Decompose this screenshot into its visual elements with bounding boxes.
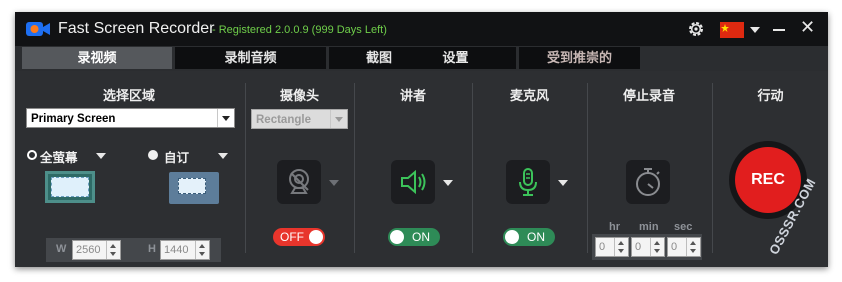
custom-label: 自订 bbox=[164, 151, 190, 165]
toggle-knob bbox=[505, 230, 519, 244]
stop-recording-section: 停止录音 hr min sec 0 0 0 bbox=[588, 71, 710, 267]
sec-input[interactable]: 0 bbox=[667, 237, 701, 257]
action-header: 行动 bbox=[757, 88, 784, 103]
chevron-down-icon bbox=[217, 109, 234, 127]
stopwatch-icon bbox=[636, 168, 660, 196]
microphone-toggle-label: ON bbox=[527, 230, 545, 244]
fullscreen-dropdown-icon[interactable] bbox=[96, 153, 106, 159]
fullscreen-radio[interactable] bbox=[27, 150, 37, 160]
webcam-shape-value: Rectangle bbox=[256, 114, 311, 126]
webcam-icon bbox=[289, 169, 309, 194]
action-section: 行动 REC bbox=[713, 71, 828, 267]
title-bar: Fast Screen Recorder - Registered 2.0.0.… bbox=[15, 12, 828, 46]
sec-label: sec bbox=[674, 221, 693, 233]
sec-value: 0 bbox=[671, 241, 678, 253]
speaker-dropdown-icon[interactable] bbox=[443, 180, 453, 186]
width-input[interactable]: 2560 bbox=[72, 240, 121, 260]
hr-value: 0 bbox=[599, 241, 606, 253]
tab-record-audio[interactable]: 录制音频 bbox=[175, 47, 326, 69]
stop-recording-header: 停止录音 bbox=[622, 88, 675, 103]
star-icon bbox=[721, 24, 729, 32]
min-value: 0 bbox=[635, 241, 642, 253]
webcam-button[interactable] bbox=[277, 160, 321, 204]
custom-dropdown-icon[interactable] bbox=[218, 153, 228, 159]
webcam-shape-select[interactable]: Rectangle bbox=[251, 109, 348, 129]
sec-spin-icon[interactable] bbox=[686, 238, 700, 256]
custom-area-icon[interactable] bbox=[169, 172, 219, 204]
toggle-knob bbox=[309, 230, 323, 244]
microphone-button[interactable] bbox=[506, 160, 550, 204]
microphone-header: 麦克风 bbox=[509, 88, 549, 103]
microphone-icon bbox=[519, 168, 537, 196]
toggle-knob bbox=[390, 230, 404, 244]
fullscreen-label: 全萤幕 bbox=[40, 151, 78, 165]
webcam-section: 摄像头 Rectangle OFF bbox=[246, 71, 353, 267]
speaker-toggle-label: ON bbox=[412, 230, 430, 244]
area-section: 选择区域 Primary Screen 全萤幕 自订 W 2560 H 1440 bbox=[15, 71, 243, 267]
language-flag-icon[interactable] bbox=[720, 22, 744, 38]
custom-radio[interactable] bbox=[148, 150, 158, 160]
hr-spin-icon[interactable] bbox=[614, 238, 628, 256]
width-spin-icon[interactable] bbox=[106, 241, 120, 259]
app-window: Fast Screen Recorder - Registered 2.0.0.… bbox=[15, 12, 828, 267]
tab-recommended[interactable]: 受到推崇的 bbox=[519, 47, 640, 69]
registration-status: - Registered 2.0.0.9 (999 Days Left) bbox=[212, 24, 387, 36]
microphone-section: 麦克风 ON bbox=[473, 71, 586, 267]
min-input[interactable]: 0 bbox=[631, 237, 665, 257]
timer-button[interactable] bbox=[626, 160, 670, 204]
height-value: 1440 bbox=[164, 244, 189, 256]
tab-settings[interactable]: 设置 bbox=[395, 47, 516, 69]
gear-icon[interactable] bbox=[687, 20, 705, 38]
screen-select[interactable]: Primary Screen bbox=[26, 108, 235, 128]
record-video-panel: 选择区域 Primary Screen 全萤幕 自订 W 2560 H 1440… bbox=[15, 71, 828, 267]
speaker-toggle[interactable]: ON bbox=[388, 228, 440, 246]
microphone-dropdown-icon[interactable] bbox=[558, 180, 568, 186]
app-title: Fast Screen Recorder bbox=[58, 20, 215, 37]
height-spin-icon[interactable] bbox=[195, 241, 209, 259]
webcam-dropdown-icon[interactable] bbox=[329, 180, 339, 186]
webcam-toggle-label: OFF bbox=[280, 230, 304, 244]
hr-label: hr bbox=[609, 221, 620, 233]
fullscreen-area-icon[interactable] bbox=[45, 171, 95, 203]
min-label: min bbox=[639, 221, 659, 233]
microphone-toggle[interactable]: ON bbox=[503, 228, 555, 246]
speaker-header: 讲者 bbox=[399, 88, 426, 103]
width-label: W bbox=[56, 243, 67, 255]
speaker-icon bbox=[401, 169, 426, 195]
min-spin-icon[interactable] bbox=[650, 238, 664, 256]
hr-input[interactable]: 0 bbox=[595, 237, 629, 257]
area-header: 选择区域 bbox=[102, 88, 155, 103]
height-input[interactable]: 1440 bbox=[160, 240, 210, 260]
webcam-toggle[interactable]: OFF bbox=[273, 228, 325, 246]
close-button[interactable]: ✕ bbox=[800, 19, 815, 37]
speaker-button[interactable] bbox=[391, 160, 435, 204]
language-dropdown-icon[interactable] bbox=[750, 27, 760, 33]
chevron-down-icon bbox=[330, 110, 347, 128]
speaker-section: 讲者 ON bbox=[355, 71, 471, 267]
webcam-header: 摄像头 bbox=[279, 88, 319, 103]
minimize-button[interactable] bbox=[773, 29, 785, 31]
screen-select-value: Primary Screen bbox=[31, 113, 116, 125]
recorder-logo-icon bbox=[26, 22, 50, 36]
width-value: 2560 bbox=[76, 244, 101, 256]
height-label: H bbox=[148, 243, 156, 255]
tab-record-video[interactable]: 录视频 bbox=[22, 47, 172, 69]
